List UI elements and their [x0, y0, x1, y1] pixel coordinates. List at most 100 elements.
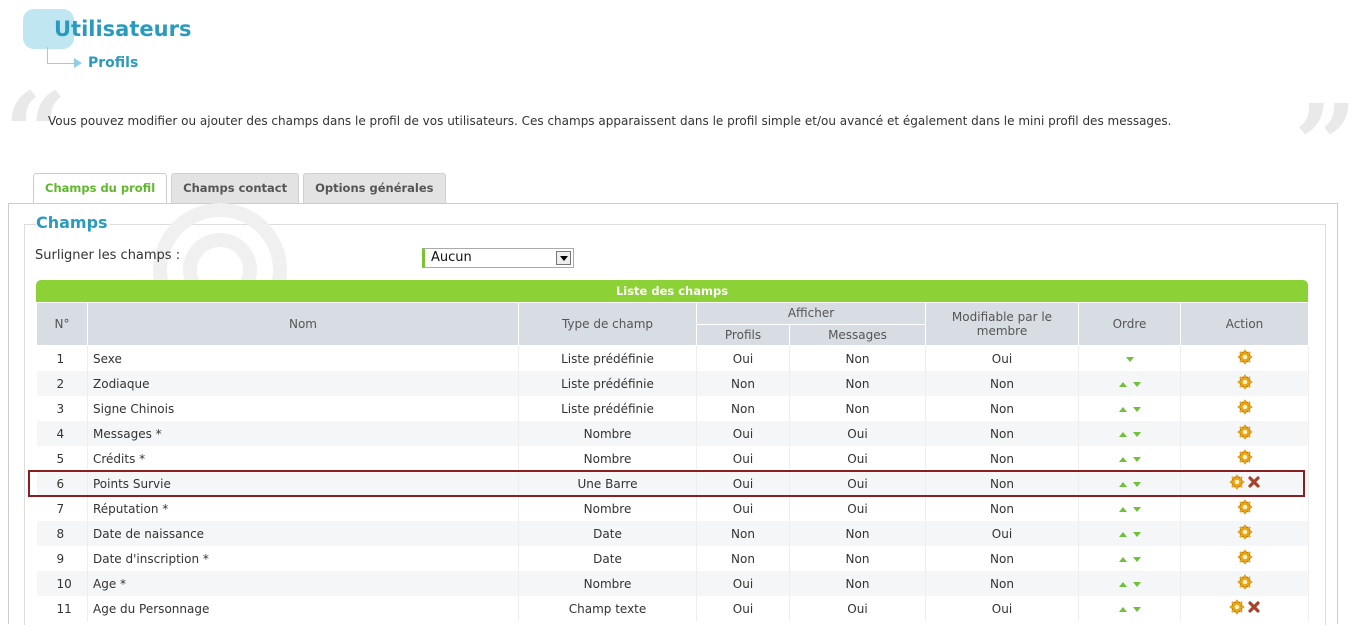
chevron-down-icon[interactable]: [556, 251, 571, 265]
highlight-select[interactable]: Aucun: [422, 248, 574, 268]
row-messages: Non: [789, 546, 926, 571]
row-type: Nombre: [518, 446, 697, 471]
arrow-down-icon[interactable]: [1132, 531, 1141, 537]
breadcrumb-current[interactable]: Profils: [88, 55, 138, 71]
arrow-down-icon[interactable]: [1132, 606, 1141, 612]
delete-x-icon[interactable]: [1247, 600, 1261, 617]
gear-edit-icon[interactable]: [1237, 449, 1253, 468]
col-header-profiles: Profils: [696, 323, 790, 346]
table-row[interactable]: 8 Date de naissance Date Non Non Oui: [36, 521, 1309, 546]
arrow-down-icon[interactable]: [1132, 431, 1141, 437]
row-num: 3: [36, 396, 88, 421]
arrow-down-icon[interactable]: [1132, 581, 1141, 587]
row-action: [1180, 471, 1309, 496]
row-type: Date: [518, 521, 697, 546]
table-row[interactable]: 5 Crédits * Nombre Oui Oui Non: [36, 446, 1309, 471]
arrow-down-icon[interactable]: [1125, 356, 1134, 362]
arrow-up-icon[interactable]: [1118, 606, 1127, 612]
row-messages: Non: [789, 396, 926, 421]
row-editable: Non: [925, 371, 1079, 396]
gear-edit-icon[interactable]: [1237, 574, 1253, 593]
highlight-select-value: Aucun: [431, 250, 472, 265]
row-num: 4: [36, 421, 88, 446]
gear-edit-icon[interactable]: [1237, 549, 1253, 568]
table-row[interactable]: 9 Date d'inscription * Date Non Non Non: [36, 546, 1309, 571]
row-editable: Oui: [925, 521, 1079, 546]
row-name: Points Survie: [87, 471, 519, 496]
row-num: 2: [36, 371, 88, 396]
row-profiles: Non: [696, 521, 790, 546]
arrow-up-icon[interactable]: [1118, 531, 1127, 537]
row-action: [1180, 446, 1309, 471]
arrow-down-icon[interactable]: [1132, 406, 1141, 412]
gear-edit-icon[interactable]: [1237, 374, 1253, 393]
row-editable: Non: [925, 496, 1079, 521]
table-row[interactable]: 11 Age du Personnage Champ texte Oui Oui Oui: [36, 596, 1309, 621]
close-quote-icon: ”: [1294, 80, 1358, 209]
table-row[interactable]: 2 Zodiaque Liste prédéfinie Non Non Non: [36, 371, 1309, 396]
breadcrumb-arrow-icon: [74, 58, 82, 68]
row-type: Date: [518, 546, 697, 571]
row-action: [1180, 546, 1309, 571]
arrow-up-icon[interactable]: [1118, 581, 1127, 587]
arrow-down-icon[interactable]: [1132, 556, 1141, 562]
row-num: 11: [36, 596, 88, 621]
gear-edit-icon[interactable]: [1237, 399, 1253, 418]
row-messages: Non: [789, 371, 926, 396]
row-name: Crédits *: [87, 446, 519, 471]
gear-edit-icon[interactable]: [1229, 599, 1245, 618]
col-header-action: Action: [1180, 302, 1309, 346]
row-order: [1078, 496, 1181, 521]
table-row[interactable]: 4 Messages * Nombre Oui Oui Non: [36, 421, 1309, 446]
row-messages: Oui: [789, 596, 926, 621]
arrow-down-icon[interactable]: [1132, 381, 1141, 387]
arrow-down-icon[interactable]: [1132, 481, 1141, 487]
arrow-up-icon[interactable]: [1118, 506, 1127, 512]
row-name: Age du Personnage: [87, 596, 519, 621]
table-row[interactable]: 3 Signe Chinois Liste prédéfinie Non Non Non: [36, 396, 1309, 421]
row-num: 5: [36, 446, 88, 471]
row-order: [1078, 396, 1181, 421]
arrow-up-icon[interactable]: [1118, 381, 1127, 387]
fields-table: N° Nom Type de champ Afficher Modifiable…: [36, 302, 1309, 621]
gear-edit-icon[interactable]: [1237, 349, 1253, 368]
row-editable: Oui: [925, 596, 1079, 621]
table-row[interactable]: 6 Points Survie Une Barre Oui Oui Non: [36, 471, 1309, 496]
arrow-up-icon[interactable]: [1118, 456, 1127, 462]
row-type: Une Barre: [518, 471, 697, 496]
row-profiles: Non: [696, 546, 790, 571]
gear-edit-icon[interactable]: [1237, 424, 1253, 443]
row-action: [1180, 521, 1309, 546]
row-name: Messages *: [87, 421, 519, 446]
row-name: Sexe: [87, 345, 519, 371]
table-row[interactable]: 1 Sexe Liste prédéfinie Oui Non Oui: [36, 345, 1309, 371]
table-row[interactable]: 7 Réputation * Nombre Oui Oui Non: [36, 496, 1309, 521]
arrow-up-icon[interactable]: [1118, 481, 1127, 487]
row-action: [1180, 596, 1309, 621]
row-profiles: Oui: [696, 421, 790, 446]
row-type: Nombre: [518, 571, 697, 596]
tab-champs-du-profil[interactable]: Champs du profil: [33, 173, 168, 205]
arrow-up-icon[interactable]: [1118, 431, 1127, 437]
row-num: 9: [36, 546, 88, 571]
row-editable: Non: [925, 446, 1079, 471]
tab-options-generales[interactable]: Options générales: [303, 173, 446, 203]
gear-edit-icon[interactable]: [1237, 524, 1253, 543]
arrow-down-icon[interactable]: [1132, 506, 1141, 512]
row-num: 1: [36, 345, 88, 371]
row-profiles: Oui: [696, 571, 790, 596]
arrow-up-icon[interactable]: [1118, 556, 1127, 562]
tab-champs-contact[interactable]: Champs contact: [171, 173, 300, 203]
row-type: Liste prédéfinie: [518, 345, 697, 371]
table-row[interactable]: 10 Age * Nombre Oui Non Non: [36, 571, 1309, 596]
gear-edit-icon[interactable]: [1229, 474, 1245, 493]
row-profiles: Oui: [696, 446, 790, 471]
row-type: Nombre: [518, 421, 697, 446]
delete-x-icon[interactable]: [1247, 475, 1261, 492]
gear-edit-icon[interactable]: [1237, 499, 1253, 518]
row-name: Réputation *: [87, 496, 519, 521]
arrow-up-icon[interactable]: [1118, 406, 1127, 412]
arrow-down-icon[interactable]: [1132, 456, 1141, 462]
row-messages: Oui: [789, 421, 926, 446]
row-messages: Oui: [789, 496, 926, 521]
